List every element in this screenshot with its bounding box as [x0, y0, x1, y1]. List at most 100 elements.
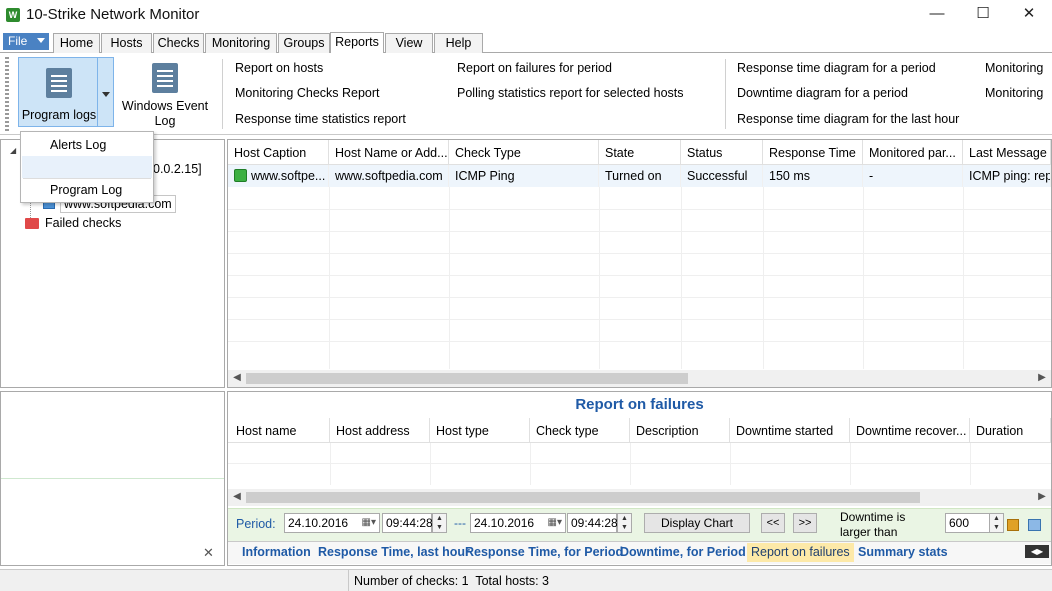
col-report-description[interactable]: Description: [630, 418, 730, 443]
ribbon-tab-bar: File Home Hosts Checks Monitoring Groups…: [0, 31, 1052, 53]
table-row[interactable]: www.softpe... www.softpedia.com ICMP Pin…: [228, 165, 1051, 187]
program-logs-dropdown-button[interactable]: [97, 57, 114, 127]
scroll-right-icon[interactable]: ▶: [1035, 490, 1049, 504]
col-response-time[interactable]: Response Time: [763, 140, 863, 165]
maximize-button[interactable]: ☐: [960, 0, 1006, 30]
tab-monitoring[interactable]: Monitoring: [205, 33, 277, 53]
close-button[interactable]: ✕: [1006, 0, 1052, 30]
tab-hosts[interactable]: Hosts: [101, 33, 152, 53]
windows-event-log-button[interactable]: Windows Event Log: [120, 57, 210, 128]
folder-icon: [25, 218, 39, 229]
date-from-input[interactable]: 24.10.2016 ▦▾: [284, 513, 380, 533]
copy-icon[interactable]: [1028, 519, 1041, 531]
grid-line: [530, 443, 531, 485]
file-menu-button[interactable]: File: [3, 33, 49, 50]
response-diagram-period-link[interactable]: Response time diagram for a period: [737, 61, 936, 75]
close-icon[interactable]: ✕: [203, 545, 214, 561]
sheet-tab-response-period[interactable]: Response Time, for Period: [465, 543, 623, 562]
monitoring-link-2[interactable]: Monitoring: [985, 86, 1043, 100]
scroll-left-icon[interactable]: ◀: [230, 371, 244, 385]
app-icon: W: [6, 8, 20, 22]
col-report-host-name[interactable]: Host name: [228, 418, 330, 443]
minimize-button[interactable]: —: [914, 0, 960, 30]
tab-reports[interactable]: Reports: [330, 32, 384, 53]
polling-stats-report-link[interactable]: Polling statistics report for selected h…: [457, 86, 684, 100]
next-period-button[interactable]: >>: [793, 513, 817, 533]
report-horizontal-scrollbar[interactable]: ◀ ▶: [228, 489, 1051, 506]
program-logs-menu: Alerts Log Program Log: [20, 131, 154, 203]
date-to-input[interactable]: 24.10.2016 ▦▾: [470, 513, 566, 533]
calendar-dropdown-icon[interactable]: ▦▾: [548, 514, 562, 532]
downtime-threshold-spinner[interactable]: ▲ ▼: [989, 513, 1004, 533]
grid-line: [681, 187, 682, 369]
scroll-left-icon[interactable]: ◀: [230, 490, 244, 504]
downtime-diagram-link[interactable]: Downtime diagram for a period: [737, 86, 908, 100]
grid-line: [228, 209, 1051, 210]
cell-last-message: ICMP ping: repl: [963, 165, 1051, 187]
response-time-stats-link[interactable]: Response time statistics report: [235, 112, 406, 126]
col-report-duration[interactable]: Duration: [970, 418, 1051, 443]
col-report-check-type[interactable]: Check type: [530, 418, 630, 443]
checks-horizontal-scrollbar[interactable]: ◀ ▶: [228, 370, 1051, 387]
downtime-label-line2: larger than: [840, 525, 898, 539]
calendar-dropdown-icon[interactable]: ▦▾: [362, 514, 376, 532]
response-diagram-last-hour-link[interactable]: Response time diagram for the last hour: [737, 112, 959, 126]
program-logs-button[interactable]: Program logs: [18, 57, 98, 127]
col-report-host-address[interactable]: Host address: [330, 418, 430, 443]
downtime-threshold-label: Downtime is larger than: [840, 510, 905, 540]
previous-period-button[interactable]: <<: [761, 513, 785, 533]
sheet-tab-downtime-period[interactable]: Downtime, for Period: [620, 543, 746, 562]
grid-line: [599, 187, 600, 369]
grid-line: [228, 231, 1051, 232]
menu-item-alerts-log[interactable]: Alerts Log: [21, 134, 153, 156]
period-label: Period:: [236, 517, 276, 531]
cell-status: Successful: [681, 165, 763, 187]
monitoring-link-1[interactable]: Monitoring: [985, 61, 1043, 75]
sheet-tab-report-failures[interactable]: Report on failures: [747, 543, 854, 562]
grid-line: [963, 187, 964, 369]
tab-groups[interactable]: Groups: [278, 33, 330, 53]
downtime-threshold-input[interactable]: 600: [945, 513, 990, 533]
time-from-input[interactable]: 09:44:28: [382, 513, 433, 533]
tab-home[interactable]: Home: [53, 33, 100, 53]
ribbon-separator: [725, 59, 726, 129]
col-last-message[interactable]: Last Message: [963, 140, 1051, 165]
grid-line: [228, 253, 1051, 254]
ribbon-grip: [5, 57, 9, 131]
ribbon: Program logs Windows Event Log Report on…: [0, 53, 1052, 135]
report-on-hosts-link[interactable]: Report on hosts: [235, 61, 323, 75]
col-state[interactable]: State: [599, 140, 681, 165]
chevron-down-icon: [102, 92, 110, 97]
tab-checks[interactable]: Checks: [153, 33, 204, 53]
tab-help[interactable]: Help: [434, 33, 483, 53]
scrollbar-thumb[interactable]: [246, 492, 920, 503]
cell-check-type: ICMP Ping: [449, 165, 599, 187]
col-status[interactable]: Status: [681, 140, 763, 165]
col-report-downtime-started[interactable]: Downtime started: [730, 418, 850, 443]
sheet-tab-information[interactable]: Information: [242, 543, 311, 562]
menu-item-program-log[interactable]: Program Log: [21, 179, 153, 201]
tab-scroll-arrows-icon[interactable]: ◀▶: [1025, 545, 1049, 558]
report-table-header: Host name Host address Host type Check t…: [228, 418, 1051, 443]
tree-item-failed-checks[interactable]: Failed checks: [45, 216, 121, 230]
col-report-downtime-recovered[interactable]: Downtime recover...: [850, 418, 970, 443]
monitoring-checks-report-link[interactable]: Monitoring Checks Report: [235, 86, 380, 100]
save-icon[interactable]: [1007, 519, 1019, 531]
time-to-input[interactable]: 09:44:28: [567, 513, 618, 533]
display-chart-button[interactable]: Display Chart: [644, 513, 750, 533]
col-host-caption[interactable]: Host Caption: [228, 140, 329, 165]
col-host-name[interactable]: Host Name or Add...: [329, 140, 449, 165]
sheet-tab-summary-stats[interactable]: Summary stats: [858, 543, 948, 562]
time-from-spinner[interactable]: ▲ ▼: [432, 513, 447, 533]
col-monitored-param[interactable]: Monitored par...: [863, 140, 963, 165]
failures-period-report-link[interactable]: Report on failures for period: [457, 61, 612, 75]
col-report-host-type[interactable]: Host type: [430, 418, 530, 443]
scroll-right-icon[interactable]: ▶: [1035, 371, 1049, 385]
tree-expander-icon[interactable]: ◢: [10, 146, 16, 155]
sheet-tab-response-last-hour[interactable]: Response Time, last hour: [318, 543, 470, 562]
col-check-type[interactable]: Check Type: [449, 140, 599, 165]
time-to-spinner[interactable]: ▲ ▼: [617, 513, 632, 533]
tab-view[interactable]: View: [385, 33, 433, 53]
scrollbar-thumb[interactable]: [246, 373, 688, 384]
cell-response-time: 150 ms: [763, 165, 863, 187]
